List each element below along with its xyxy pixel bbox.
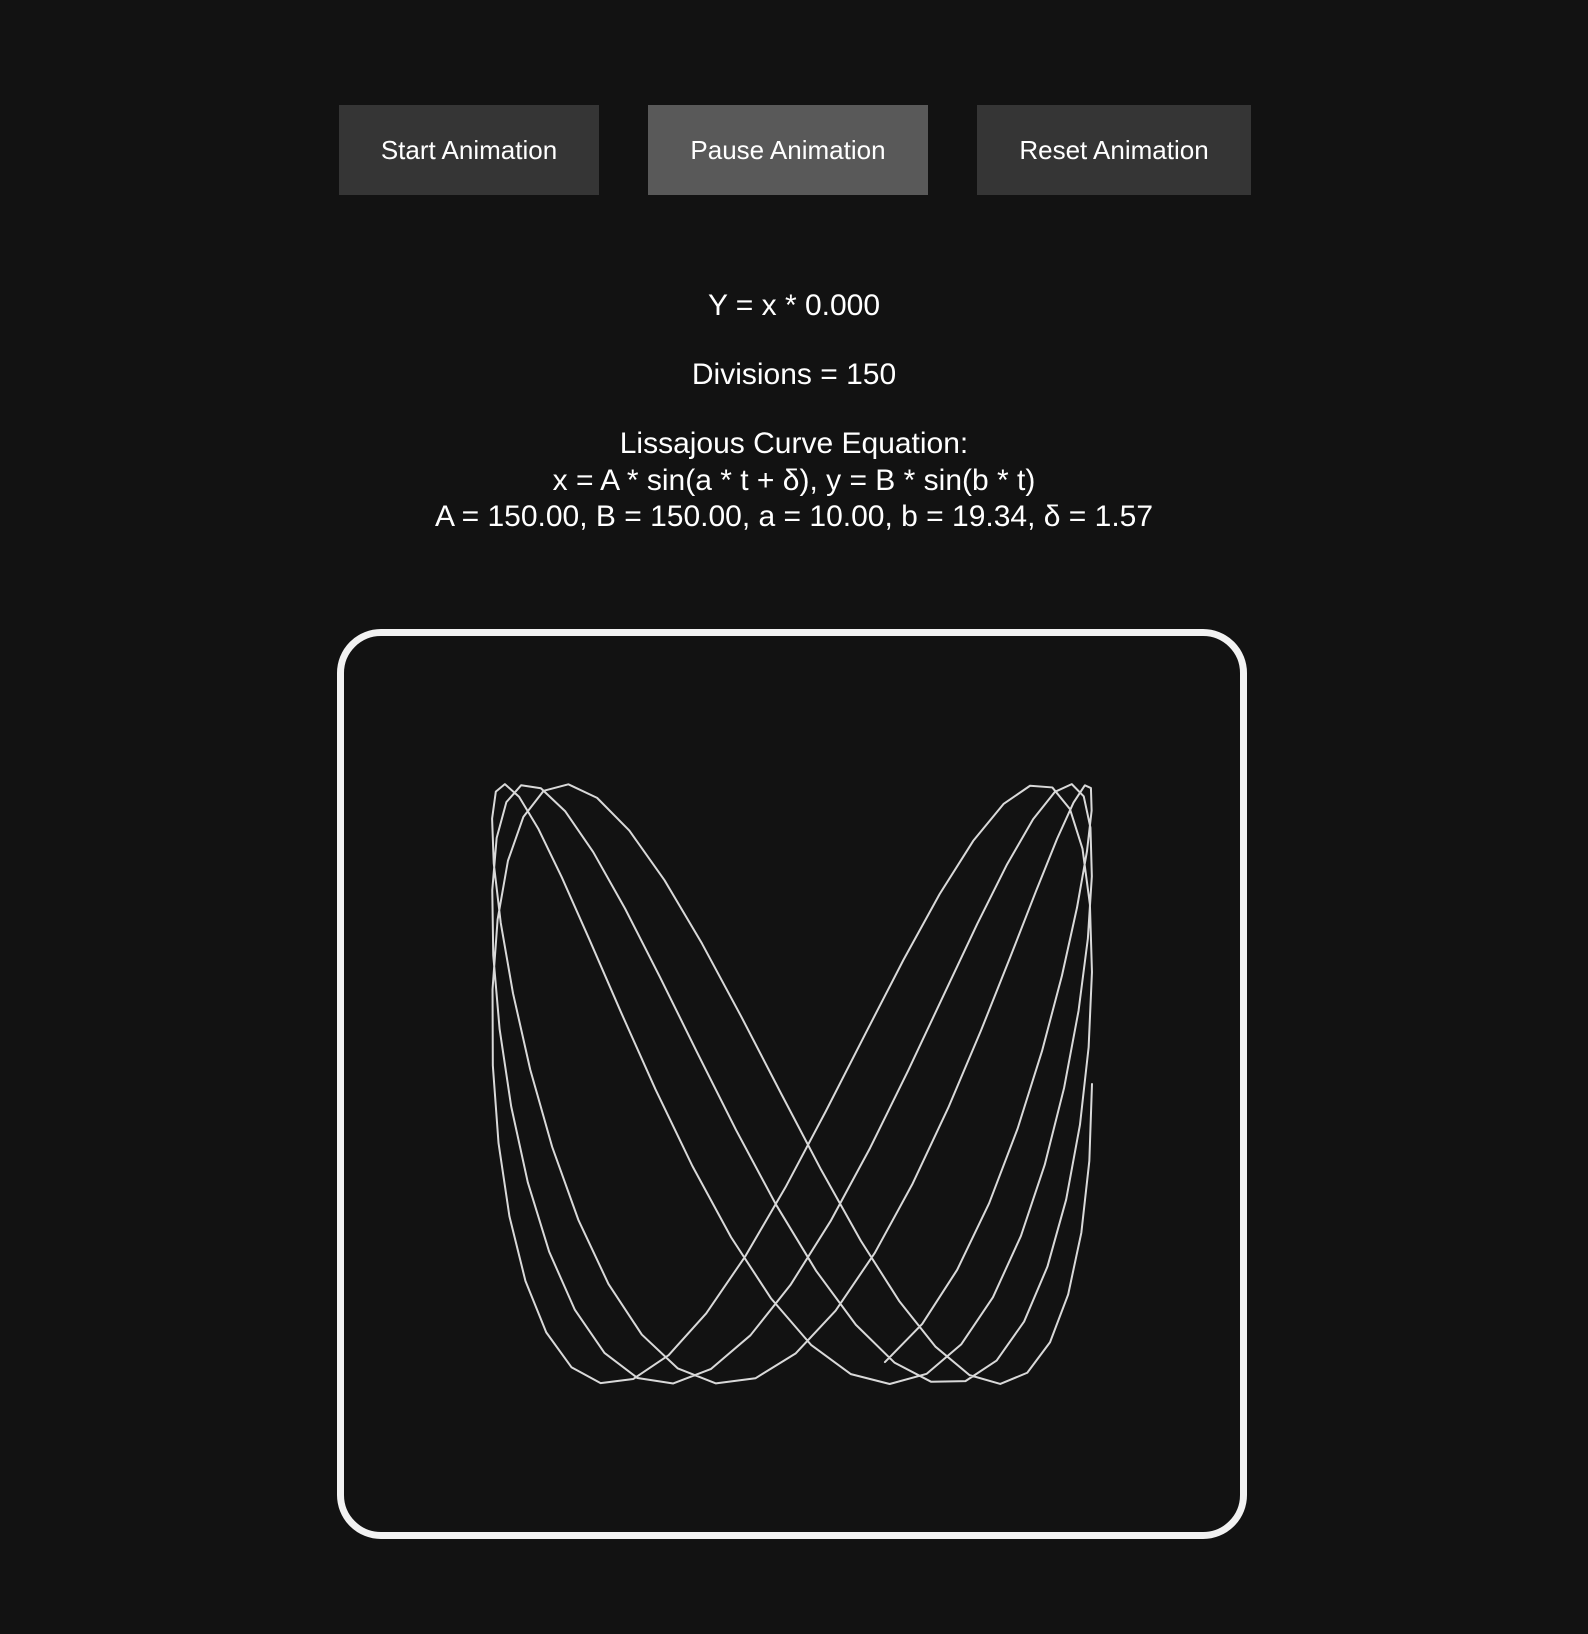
animation-controls: Start Animation Pause Animation Reset An… [0,105,1588,195]
pause-animation-button[interactable]: Pause Animation [648,105,928,195]
lissajous-plot [491,783,1093,1385]
start-animation-button[interactable]: Start Animation [339,105,599,195]
equation-formula: x = A * sin(a * t + δ), y = B * sin(b * … [552,463,1036,497]
equation-block: Lissajous Curve Equation: x = A * sin(a … [0,426,1588,536]
lissajous-canvas [337,629,1247,1539]
equation-title: Lissajous Curve Equation: [619,427,969,460]
y-equation-readout: Y = x * 0.000 [707,289,881,322]
lissajous-curve [491,783,1093,1385]
divisions-readout: Divisions = 150 [691,358,897,391]
equation-parameters: A = 150.00, B = 150.00, a = 10.00, b = 1… [434,500,1154,533]
reset-animation-button[interactable]: Reset Animation [977,105,1251,195]
